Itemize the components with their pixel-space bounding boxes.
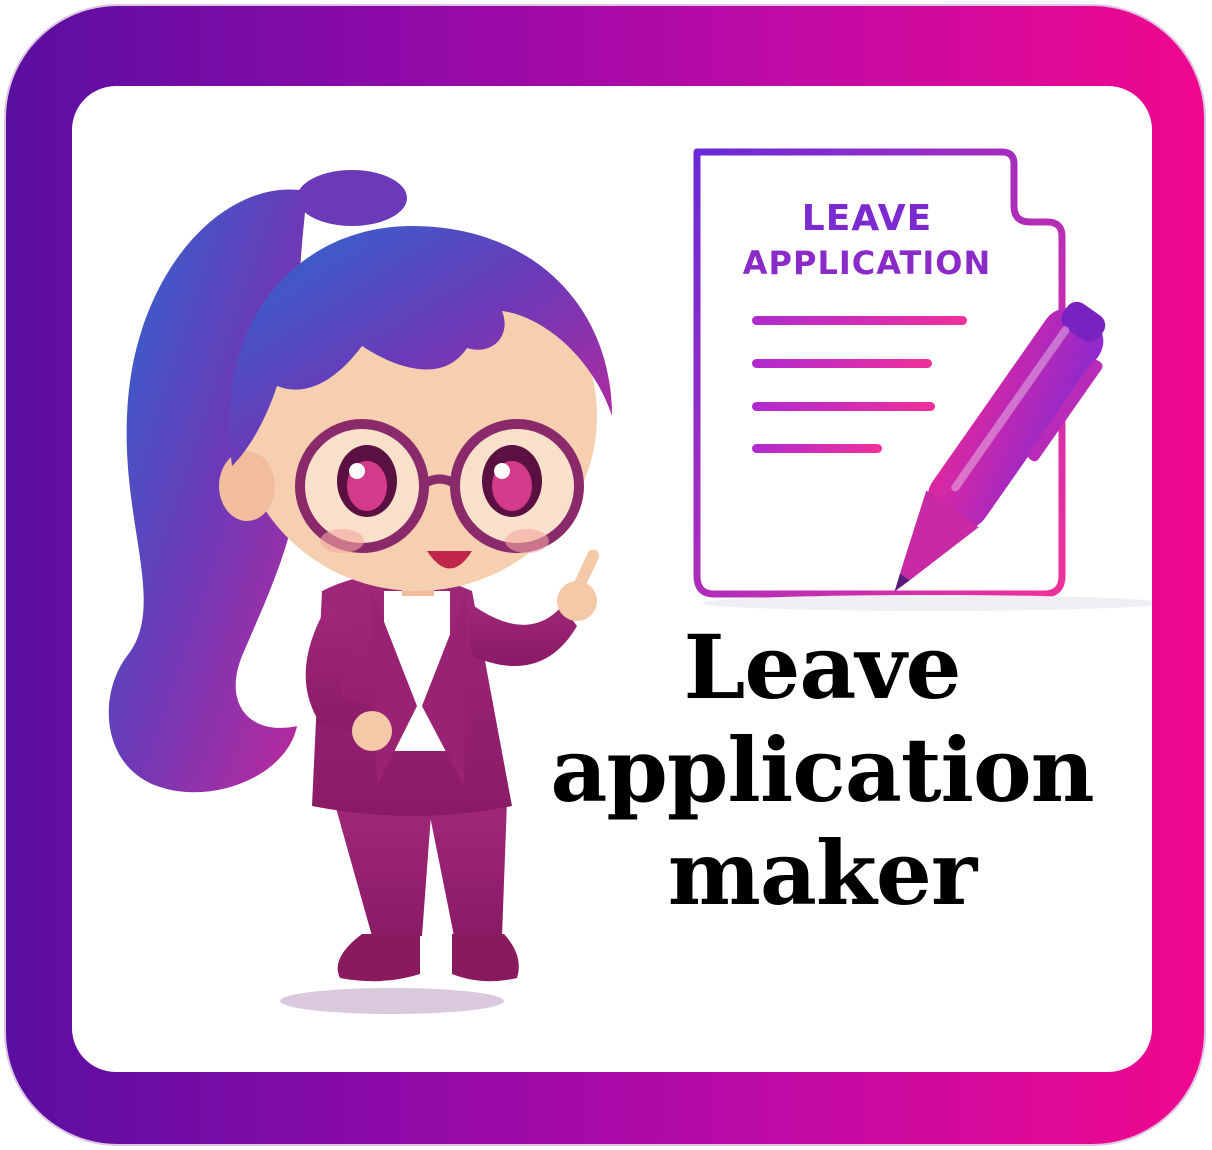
document-title-line2: APPLICATION — [742, 244, 992, 282]
app-name: Leave application maker — [492, 616, 1152, 925]
icon-frame: LEAVE APPLICATION Leave application make… — [6, 6, 1204, 1144]
app-name-line2: application — [550, 717, 1094, 822]
doc-line-icon — [752, 402, 935, 411]
app-name-line1: Leave — [683, 615, 961, 719]
doc-line-icon — [752, 359, 932, 368]
doc-line-icon — [752, 444, 882, 453]
document-title: LEAVE APPLICATION — [702, 198, 1032, 282]
icon-canvas: LEAVE APPLICATION Leave application make… — [72, 86, 1152, 1072]
app-name-line3: maker — [667, 820, 977, 925]
doc-line-icon — [752, 316, 967, 325]
document-title-line1: LEAVE — [801, 198, 933, 239]
